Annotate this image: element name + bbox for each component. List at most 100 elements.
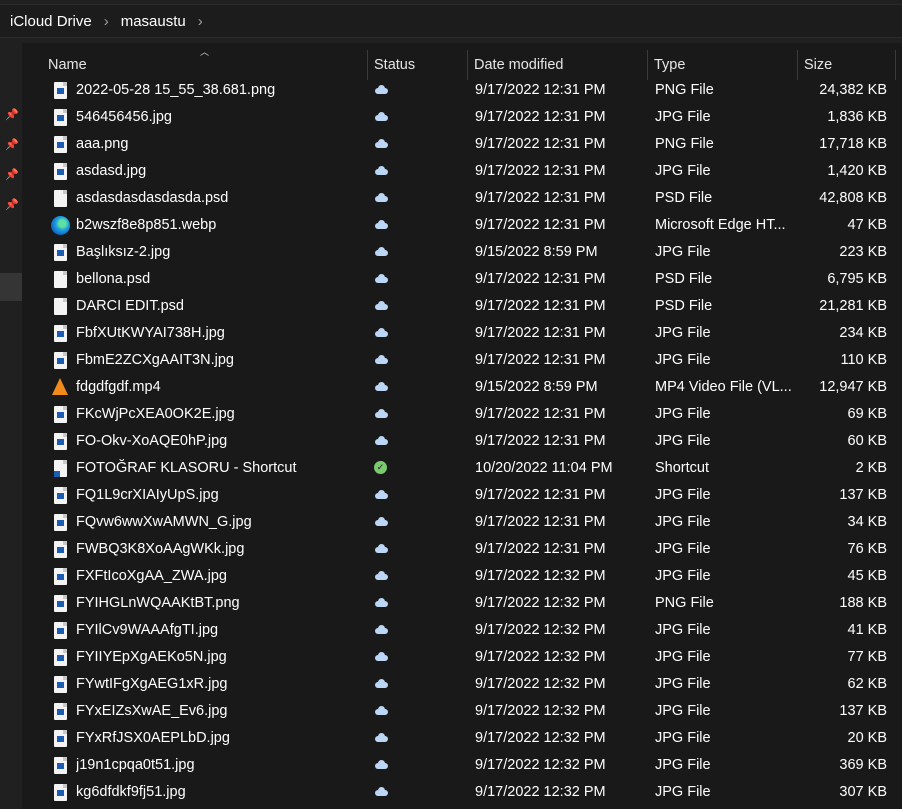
file-name[interactable]: FO-Okv-XoAQE0hP.jpg	[76, 428, 366, 455]
file-name[interactable]: FYIIYEpXgAEKo5N.jpg	[76, 644, 366, 671]
column-size[interactable]: Size	[798, 50, 896, 80]
file-row[interactable]: 2022-05-28 15_55_38.681.png 9/17/2022 12:…	[22, 77, 902, 104]
file-size: 62 KB	[847, 676, 888, 692]
file-name[interactable]: kg6dfdkf9fj51.jpg	[76, 779, 366, 806]
file-row[interactable]: FYwtIFgXgAEG1xR.jpg 9/17/2022 12:32 PM JPG…	[22, 671, 902, 698]
column-date-modified[interactable]: Date modified	[468, 50, 648, 80]
file-name[interactable]: aaa.png	[76, 131, 366, 158]
file-size: 20 KB	[847, 730, 888, 746]
file-name[interactable]: FKcWjPcXEA0OK2E.jpg	[76, 401, 366, 428]
file-row[interactable]: FQ1L9crXIAIyUpS.jpg 9/17/2022 12:31 PM JPG…	[22, 482, 902, 509]
file-type: JPG File	[655, 325, 711, 341]
file-name[interactable]: FYIlCv9WAAAfgTI.jpg	[76, 617, 366, 644]
file-type: JPG File	[655, 487, 711, 503]
file-type: JPG File	[655, 244, 711, 260]
file-name[interactable]: asdasd.jpg	[76, 158, 366, 185]
cloud-icon	[374, 482, 394, 509]
file-row[interactable]: FQvw6wwXwAMWN_G.jpg 9/17/2022 12:31 PM JPG…	[22, 509, 902, 536]
breadcrumb-icloud-drive[interactable]: iCloud Drive	[10, 13, 92, 30]
file-name[interactable]: FOTOĞRAF KLASORU - Shortcut	[76, 455, 366, 482]
file-date-modified: 9/17/2022 12:32 PM	[475, 568, 606, 584]
nav-selected-item[interactable]	[0, 273, 22, 301]
file-size: 47 KB	[847, 217, 888, 233]
cloud-icon	[374, 77, 394, 104]
file-name[interactable]: DARCI EDIT.psd	[76, 293, 366, 320]
file-row[interactable]: FXFtIcoXgAA_ZWA.jpg 9/17/2022 12:32 PM JPG…	[22, 563, 902, 590]
file-row[interactable]: FbfXUtKWYAI738H.jpg 9/17/2022 12:31 PM JPG…	[22, 320, 902, 347]
file-date-modified: 9/17/2022 12:31 PM	[475, 325, 606, 341]
file-date-modified: 9/17/2022 12:32 PM	[475, 676, 606, 692]
file-row[interactable]: FWBQ3K8XoAAgWKk.jpg 9/17/2022 12:31 PM JPG…	[22, 536, 902, 563]
breadcrumb[interactable]: iCloud Drive › masaustu ›	[0, 4, 902, 38]
file-size: 42,808 KB	[819, 190, 887, 206]
file-row[interactable]: FKcWjPcXEA0OK2E.jpg 9/17/2022 12:31 PM JPG…	[22, 401, 902, 428]
file-date-modified: 9/17/2022 12:31 PM	[475, 217, 606, 233]
file-size: 69 KB	[847, 406, 888, 422]
file-size: 6,795 KB	[827, 271, 887, 287]
file-name[interactable]: 546456456.jpg	[76, 104, 366, 131]
file-row[interactable]: FYIHGLnWQAAKtBT.png 9/17/2022 12:32 PM PNG…	[22, 590, 902, 617]
file-row[interactable]: Başlıksız-2.jpg 9/15/2022 8:59 PM JPG File…	[22, 239, 902, 266]
file-name[interactable]: FYxEIZsXwAE_Ev6.jpg	[76, 698, 366, 725]
file-name[interactable]: FXFtIcoXgAA_ZWA.jpg	[76, 563, 366, 590]
file-row[interactable]: asdasdasdasdasda.psd 9/17/2022 12:31 PM PS…	[22, 185, 902, 212]
chevron-right-icon[interactable]: ›	[198, 13, 203, 30]
file-row[interactable]: DARCI EDIT.psd 9/17/2022 12:31 PM PSD File…	[22, 293, 902, 320]
column-type[interactable]: Type	[648, 50, 798, 80]
file-name[interactable]: FQ1L9crXIAIyUpS.jpg	[76, 482, 366, 509]
file-row[interactable]: fdgdfgdf.mp4 9/15/2022 8:59 PM MP4 Video F…	[22, 374, 902, 401]
file-row[interactable]: aaa.png 9/17/2022 12:31 PM PNG File 17,718 …	[22, 131, 902, 158]
column-status[interactable]: Status	[368, 50, 468, 80]
file-type: JPG File	[655, 784, 711, 800]
file-row[interactable]: kg6dfdkf9fj51.jpg 9/17/2022 12:32 PM JPG F…	[22, 779, 902, 806]
file-row[interactable]: FYxRfJSX0AEPLbD.jpg 9/17/2022 12:32 PM JPG…	[22, 725, 902, 752]
file-row[interactable]: b2wszf8e8p851.webp 9/17/2022 12:31 PM Micr…	[22, 212, 902, 239]
file-type: JPG File	[655, 649, 711, 665]
image-file-icon	[50, 482, 70, 509]
file-name[interactable]: FQvw6wwXwAMWN_G.jpg	[76, 509, 366, 536]
image-file-icon	[50, 320, 70, 347]
file-row[interactable]: FYIIYEpXgAEKo5N.jpg 9/17/2022 12:32 PM JPG…	[22, 644, 902, 671]
file-name[interactable]: FYIHGLnWQAAKtBT.png	[76, 590, 366, 617]
file-row[interactable]: j19n1cpqa0t51.jpg 9/17/2022 12:32 PM JPG F…	[22, 752, 902, 779]
file-row[interactable]: asdasd.jpg 9/17/2022 12:31 PM JPG File 1,42…	[22, 158, 902, 185]
cloud-icon	[374, 698, 394, 725]
column-name[interactable]: Name	[42, 50, 368, 80]
file-size: 76 KB	[847, 541, 888, 557]
breadcrumb-masaustu[interactable]: masaustu	[121, 13, 186, 30]
file-row[interactable]: FYIlCv9WAAAfgTI.jpg 9/17/2022 12:32 PM JPG…	[22, 617, 902, 644]
file-date-modified: 9/17/2022 12:32 PM	[475, 730, 606, 746]
file-name[interactable]: j19n1cpqa0t51.jpg	[76, 752, 366, 779]
file-type: JPG File	[655, 622, 711, 638]
file-date-modified: 9/17/2022 12:31 PM	[475, 163, 606, 179]
file-size: 1,836 KB	[827, 109, 887, 125]
file-row[interactable]: FbmE2ZCXgAAIT3N.jpg 9/17/2022 12:31 PM JPG…	[22, 347, 902, 374]
file-name[interactable]: FbmE2ZCXgAAIT3N.jpg	[76, 347, 366, 374]
file-name[interactable]: FWBQ3K8XoAAgWKk.jpg	[76, 536, 366, 563]
file-name[interactable]: asdasdasdasdasda.psd	[76, 185, 366, 212]
file-type: PNG File	[655, 595, 714, 611]
cloud-icon	[374, 158, 394, 185]
file-row[interactable]: FO-Okv-XoAQE0hP.jpg 9/17/2022 12:31 PM JPG…	[22, 428, 902, 455]
cloud-icon	[374, 104, 394, 131]
file-name[interactable]: fdgdfgdf.mp4	[76, 374, 366, 401]
file-row[interactable]: bellona.psd 9/17/2022 12:31 PM PSD File 6,7…	[22, 266, 902, 293]
chevron-right-icon[interactable]: ›	[104, 13, 109, 30]
file-row[interactable]: 546456456.jpg 9/17/2022 12:31 PM JPG File 1…	[22, 104, 902, 131]
file-size: 12,947 KB	[819, 379, 887, 395]
image-file-icon	[50, 779, 70, 806]
file-name[interactable]: 2022-05-28 15_55_38.681.png	[76, 77, 366, 104]
file-name[interactable]: FYxRfJSX0AEPLbD.jpg	[76, 725, 366, 752]
file-type: JPG File	[655, 541, 711, 557]
file-name[interactable]: FbfXUtKWYAI738H.jpg	[76, 320, 366, 347]
cloud-icon	[374, 509, 394, 536]
file-name[interactable]: Başlıksız-2.jpg	[76, 239, 366, 266]
file-row[interactable]: FOTOĞRAF KLASORU - Shortcut ✓ 10/20/2022 1…	[22, 455, 902, 482]
file-row[interactable]: FYxEIZsXwAE_Ev6.jpg 9/17/2022 12:32 PM JPG…	[22, 698, 902, 725]
cloud-icon	[374, 428, 394, 455]
file-name[interactable]: FYwtIFgXgAEG1xR.jpg	[76, 671, 366, 698]
file-size: 45 KB	[847, 568, 888, 584]
file-name[interactable]: bellona.psd	[76, 266, 366, 293]
file-type: JPG File	[655, 568, 711, 584]
file-name[interactable]: b2wszf8e8p851.webp	[76, 212, 366, 239]
